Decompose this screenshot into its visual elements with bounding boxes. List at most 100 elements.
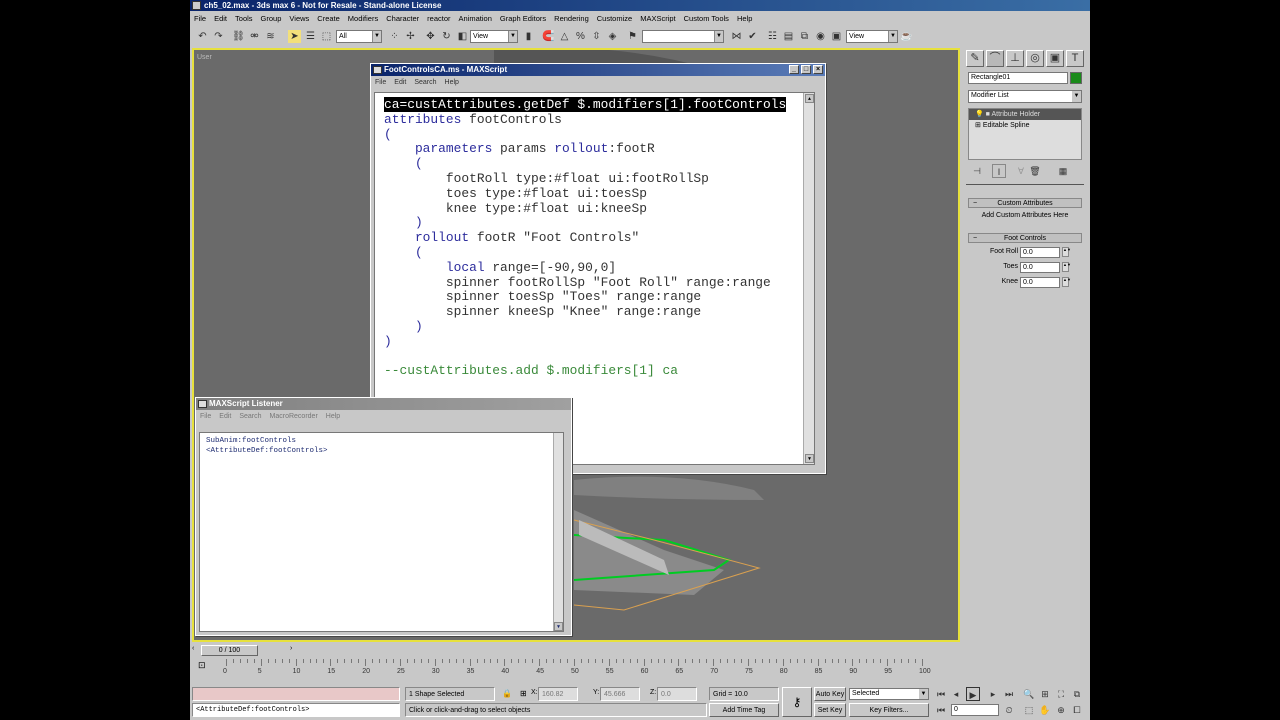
go-to-start-icon[interactable]: ⏮	[934, 687, 948, 701]
listener-menu-macrorecorder[interactable]: MacroRecorder	[270, 413, 318, 420]
display-tab-icon[interactable]: ▣	[1046, 50, 1064, 67]
manipulate-icon[interactable]: ✢	[404, 30, 417, 43]
modify-tab-icon[interactable]: ⌒	[986, 50, 1004, 67]
scroll-up-icon[interactable]: ▲	[805, 94, 814, 103]
link-icon[interactable]: ⛓	[232, 30, 245, 43]
z-coordinate-field[interactable]: 0.0	[657, 687, 697, 701]
current-frame-field[interactable]: 0	[951, 704, 999, 716]
layer-manager-icon[interactable]: ☷	[766, 30, 779, 43]
close-button[interactable]: ×	[813, 65, 823, 74]
play-icon[interactable]: ▶	[966, 687, 980, 701]
select-move-crossing-icon[interactable]: ⁘	[388, 30, 401, 43]
spinner-arrows-icon[interactable]: ▲▼	[1062, 262, 1071, 272]
curve-editor-icon[interactable]: ▤	[782, 30, 795, 43]
spinner-arrows-icon[interactable]: ▲▼	[1062, 247, 1071, 257]
pan-icon[interactable]: ✋	[1038, 703, 1052, 717]
rect-region-icon[interactable]: ⬚	[320, 30, 333, 43]
maximize-button[interactable]: □	[801, 65, 811, 74]
scroll-down-icon[interactable]: ▼	[805, 454, 814, 463]
menu-help[interactable]: Help	[737, 12, 752, 26]
time-slider-thumb[interactable]: 0 / 100	[201, 645, 258, 656]
track-bar[interactable]: ⊡ 0 5 10 15 20 25 30 35 40 45 50 55 60 65 70 75 80 85 90 95…	[190, 658, 960, 682]
pin-stack-icon[interactable]: ⊣	[970, 164, 984, 178]
spinner-snap-icon[interactable]: ⇳	[590, 30, 603, 43]
configure-sets-icon[interactable]: ▦	[1056, 164, 1070, 178]
stack-item-editable-spline[interactable]: ⊞ Editable Spline	[969, 120, 1081, 131]
align-icon[interactable]: ✔	[746, 30, 759, 43]
editor-menu-edit[interactable]: Edit	[394, 79, 406, 86]
menu-maxscript[interactable]: MAXScript	[640, 12, 675, 26]
hierarchy-tab-icon[interactable]: ⊥	[1006, 50, 1024, 67]
render-view-dropdown[interactable]: View ▼	[846, 30, 898, 43]
scale-icon[interactable]: ◧	[456, 30, 469, 43]
lock-icon[interactable]: 🔒	[502, 689, 512, 698]
absolute-mode-icon[interactable]: ⊞	[520, 689, 527, 698]
stack-item-attribute-holder[interactable]: 💡 ■ Attribute Holder	[969, 109, 1081, 120]
make-unique-icon[interactable]: ∀	[1014, 164, 1028, 178]
schematic-view-icon[interactable]: ⧉	[798, 30, 811, 43]
maximize-viewport-icon[interactable]: ⧠	[1070, 703, 1084, 717]
create-tab-icon[interactable]: ✎	[966, 50, 984, 67]
percent-snap-icon[interactable]: %	[574, 30, 587, 43]
object-color-swatch[interactable]	[1070, 72, 1082, 84]
listener-menu-file[interactable]: File	[200, 413, 211, 420]
menu-rendering[interactable]: Rendering	[554, 12, 589, 26]
pivot-icon[interactable]: ▮	[522, 30, 535, 43]
rotate-icon[interactable]: ↻	[440, 30, 453, 43]
go-to-end-icon[interactable]: ⏭	[1002, 687, 1016, 701]
snap-icon[interactable]: 🧲	[542, 30, 555, 43]
previous-frame-icon[interactable]: ◂	[949, 687, 963, 701]
menu-animation[interactable]: Animation	[459, 12, 492, 26]
move-icon[interactable]: ✥	[424, 30, 437, 43]
set-key-button[interactable]: Set Key	[814, 703, 846, 717]
redo-icon[interactable]: ↷	[212, 30, 225, 43]
add-time-tag-button[interactable]: Add Time Tag	[709, 703, 779, 717]
menu-views[interactable]: Views	[289, 12, 309, 26]
editor-menu-search[interactable]: Search	[414, 79, 436, 86]
rollout-custom-attributes[interactable]: − Custom Attributes	[968, 198, 1082, 208]
modifier-list-dropdown[interactable]: Modifier List ▼	[968, 90, 1082, 103]
spinner-arrows-icon[interactable]: ▲▼	[1062, 277, 1071, 287]
next-frame-icon[interactable]: ▸	[986, 687, 1000, 701]
listener-menu-search[interactable]: Search	[239, 413, 261, 420]
open-mini-curve-editor-icon[interactable]: ⊡	[198, 660, 206, 671]
y-coordinate-field[interactable]: 45.666	[600, 687, 640, 701]
ref-coord-dropdown[interactable]: View ▼	[470, 30, 518, 43]
x-coordinate-field[interactable]: 160.82	[538, 687, 578, 701]
named-selection-icon[interactable]: ⚑	[626, 30, 639, 43]
editor-vertical-scrollbar[interactable]: ▲ ▼	[803, 93, 814, 464]
object-name-field[interactable]: Rectangle01	[968, 72, 1068, 84]
motion-tab-icon[interactable]: ◎	[1026, 50, 1044, 67]
set-key-icon[interactable]: ⚷	[782, 687, 812, 717]
expand-icon[interactable]: ⊞	[975, 122, 981, 129]
listener-menu-help[interactable]: Help	[326, 413, 340, 420]
menu-graph-editors[interactable]: Graph Editors	[500, 12, 546, 26]
menu-tools[interactable]: Tools	[235, 12, 253, 26]
rollout-foot-controls[interactable]: − Foot Controls	[968, 233, 1082, 243]
menu-reactor[interactable]: reactor	[427, 12, 450, 26]
minimize-button[interactable]: _	[789, 65, 799, 74]
spinner-knee-field[interactable]: 0.0	[1020, 277, 1060, 288]
utilities-tab-icon[interactable]: T	[1066, 50, 1084, 67]
prev-frame-icon[interactable]: ‹	[192, 645, 200, 657]
scroll-down-icon[interactable]: ▼	[554, 622, 563, 631]
editor-menu-help[interactable]: Help	[445, 79, 459, 86]
menu-file[interactable]: File	[194, 12, 206, 26]
show-end-result-icon[interactable]: I	[992, 164, 1006, 178]
zoom-icon[interactable]: 🔍	[1022, 687, 1036, 701]
selection-filter-dropdown[interactable]: All ▼	[336, 30, 382, 43]
menu-edit[interactable]: Edit	[214, 12, 227, 26]
zoom-all-icon[interactable]: ⊞	[1038, 687, 1052, 701]
edit-named-selection-icon[interactable]: ◈	[606, 30, 619, 43]
menu-custom-tools[interactable]: Custom Tools	[684, 12, 729, 26]
named-selection-dropdown[interactable]: ▼	[642, 30, 724, 43]
menu-create[interactable]: Create	[317, 12, 340, 26]
key-filters-button[interactable]: Key Filters...	[849, 703, 929, 717]
bind-space-warp-icon[interactable]: ≋	[264, 30, 277, 43]
editor-menu-file[interactable]: File	[375, 79, 386, 86]
select-icon[interactable]: ➤	[288, 30, 301, 43]
spinner-toes-field[interactable]: 0.0	[1020, 262, 1060, 273]
spinner-foot-roll-field[interactable]: 0.0	[1020, 247, 1060, 258]
zoom-extents-icon[interactable]: ⛶	[1054, 687, 1068, 701]
menu-customize[interactable]: Customize	[597, 12, 632, 26]
